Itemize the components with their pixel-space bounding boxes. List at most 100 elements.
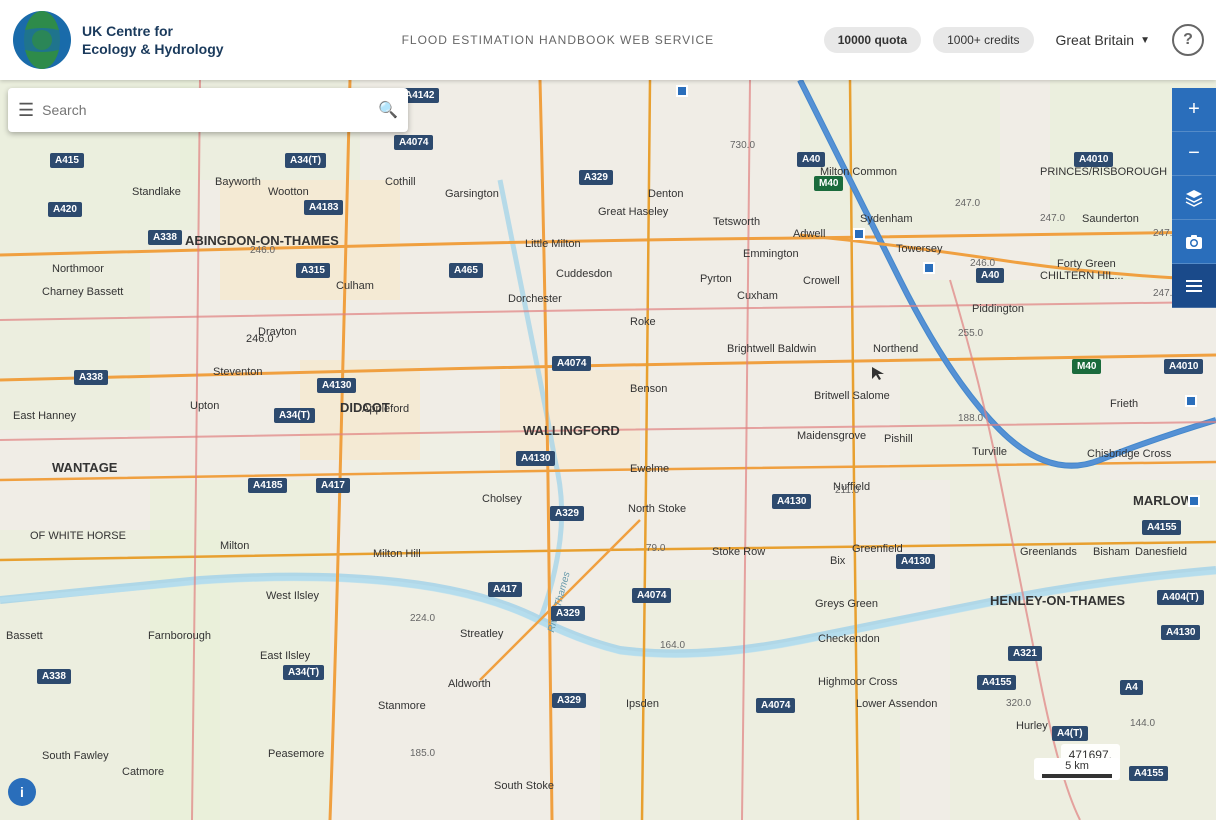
map-background: River Thames: [0, 80, 1216, 820]
town-label-south-fawley: South Fawley: [42, 750, 109, 762]
camera-icon: [1184, 232, 1204, 252]
road-label-A420: A420: [48, 202, 82, 217]
road-label-M40-2: M40: [1072, 359, 1101, 374]
region-selector[interactable]: Great Britain ▼: [1046, 26, 1161, 54]
town-label-little-milton: Little Milton: [525, 238, 581, 250]
help-button[interactable]: ?: [1172, 24, 1204, 56]
road-label-A338-1: A338: [148, 230, 182, 245]
map-number-11: 224.0: [410, 613, 435, 624]
town-label-streatley: Streatley: [460, 628, 503, 640]
logo-image: [12, 10, 72, 70]
town-label-south-stoke: South Stoke: [494, 780, 554, 792]
town-label-farnborough: Farnborough: [148, 630, 211, 642]
town-label-246: 246.0: [246, 333, 274, 345]
town-label-east-ilsley: East Ilsley: [260, 650, 310, 662]
town-label-denton: Denton: [648, 188, 683, 200]
town-label-wootton: Wootton: [268, 186, 309, 198]
map-marker-1: [676, 85, 688, 97]
credits-badge: 1000+ credits: [933, 27, 1033, 53]
search-icon[interactable]: 🔍: [378, 100, 398, 120]
town-label-pyrton: Pyrton: [700, 273, 732, 285]
road-label-A415-1: A415: [50, 153, 84, 168]
road-label-A4T: A4(T): [1052, 726, 1088, 741]
town-label-north-stoke: North Stoke: [628, 503, 686, 515]
town-label-aldworth: Aldworth: [448, 678, 491, 690]
map-number-12: 79.0: [646, 543, 665, 554]
town-label-adwell: Adwell: [793, 228, 825, 240]
town-label-roke: Roke: [630, 316, 656, 328]
road-label-A34T-1: A34(T): [285, 153, 326, 168]
layers-button[interactable]: [1172, 176, 1216, 220]
road-label-A4074-4: A4074: [756, 698, 795, 713]
town-label-bayworth: Bayworth: [215, 176, 261, 188]
map-marker-2: [853, 228, 865, 240]
zoom-in-button[interactable]: +: [1172, 88, 1216, 132]
road-label-A321: A321: [1008, 646, 1042, 661]
road-label-A329-2: A329: [550, 506, 584, 521]
map-marker-4: [1185, 395, 1197, 407]
search-input[interactable]: [42, 102, 370, 118]
camera-button[interactable]: [1172, 220, 1216, 264]
road-label-A4155-2: A4155: [977, 675, 1016, 690]
town-label-cuddesdon: Cuddesdon: [556, 268, 612, 280]
road-label-A4010-2: A4010: [1164, 359, 1203, 374]
search-bar: ☰ 🔍: [8, 88, 408, 132]
town-label-northend: Northend: [873, 343, 918, 355]
road-label-A4074-2: A4074: [552, 356, 591, 371]
logo-area: UK Centre for Ecology & Hydrology: [12, 10, 292, 70]
map-number-9: 211.0: [835, 485, 859, 496]
town-label-greys-green: Greys Green: [815, 598, 878, 610]
road-label-A4183: A4183: [304, 200, 343, 215]
road-label-A4130-5: A4130: [1161, 625, 1200, 640]
header: UK Centre for Ecology & Hydrology FLOOD …: [0, 0, 1216, 80]
town-label-checkendon: Checkendon: [818, 633, 880, 645]
town-label-towersey: Towersey: [896, 243, 942, 255]
map-number-10: 188.0: [958, 413, 983, 424]
map-number-15: 320.0: [1006, 698, 1031, 709]
town-label-bix: Bix: [830, 555, 845, 567]
road-label-A4185: A4185: [248, 478, 287, 493]
quota-badge: 10000 quota: [824, 27, 921, 53]
road-label-A40-1: A40: [797, 152, 825, 167]
map-number-2: 246.0: [250, 245, 275, 256]
town-label-chiltern: CHILTERN HIL...: [1040, 270, 1124, 282]
road-label-A465: A465: [449, 263, 483, 278]
road-label-A4: A4: [1120, 680, 1143, 695]
map-number-14: 185.0: [410, 748, 435, 759]
map-marker-5: [1188, 495, 1200, 507]
road-label-A4130-4: A4130: [896, 554, 935, 569]
town-label-peasemore: Peasemore: [268, 748, 324, 760]
town-label-brightwell: Brightwell Baldwin: [727, 343, 816, 355]
town-label-charney: Charney Bassett: [42, 286, 123, 298]
town-label-steventon: Steventon: [213, 366, 263, 378]
list-button[interactable]: [1172, 264, 1216, 308]
road-label-M40-1: M40: [814, 176, 843, 191]
map-number-5: 246.0: [970, 258, 995, 269]
town-label-bisham: Bisham: [1093, 546, 1130, 558]
town-label-pishill: Pishill: [884, 433, 913, 445]
town-label-cholsey: Cholsey: [482, 493, 522, 505]
town-label-forty-green: Forty Green: [1057, 258, 1116, 270]
town-label-white-horse: OF WHITE HORSE: [30, 530, 126, 542]
road-label-A4074-1: A4074: [394, 135, 433, 150]
map-number-3: 247.0: [955, 198, 980, 209]
hamburger-icon[interactable]: ☰: [18, 100, 34, 121]
road-label-A40-2: A40: [976, 268, 1004, 283]
map-container[interactable]: River Thames A4142 A4074 A34(T) A415 A42…: [0, 80, 1216, 820]
town-label-hurley: Hurley: [1016, 720, 1048, 732]
road-label-A4155-1: A4155: [1142, 520, 1181, 535]
town-label-sydenham: Sydenham: [860, 213, 913, 225]
map-marker-3: [923, 262, 935, 274]
town-label-wantage: WANTAGE: [52, 460, 117, 475]
zoom-out-button[interactable]: −: [1172, 132, 1216, 176]
town-label-dorchester: Dorchester: [508, 293, 562, 305]
road-label-A4074-3: A4074: [632, 588, 671, 603]
town-label-highmoor: Highmoor Cross: [818, 676, 897, 688]
town-label-garsington: Garsington: [445, 188, 499, 200]
town-label-stoke-row: Stoke Row: [712, 546, 765, 558]
town-label-cuxham: Cuxham: [737, 290, 778, 302]
map-controls: + −: [1172, 88, 1216, 308]
town-label-west-ilsley: West Ilsley: [266, 590, 319, 602]
town-label-milton-hill: Milton Hill: [373, 548, 421, 560]
info-button[interactable]: i: [8, 778, 36, 806]
